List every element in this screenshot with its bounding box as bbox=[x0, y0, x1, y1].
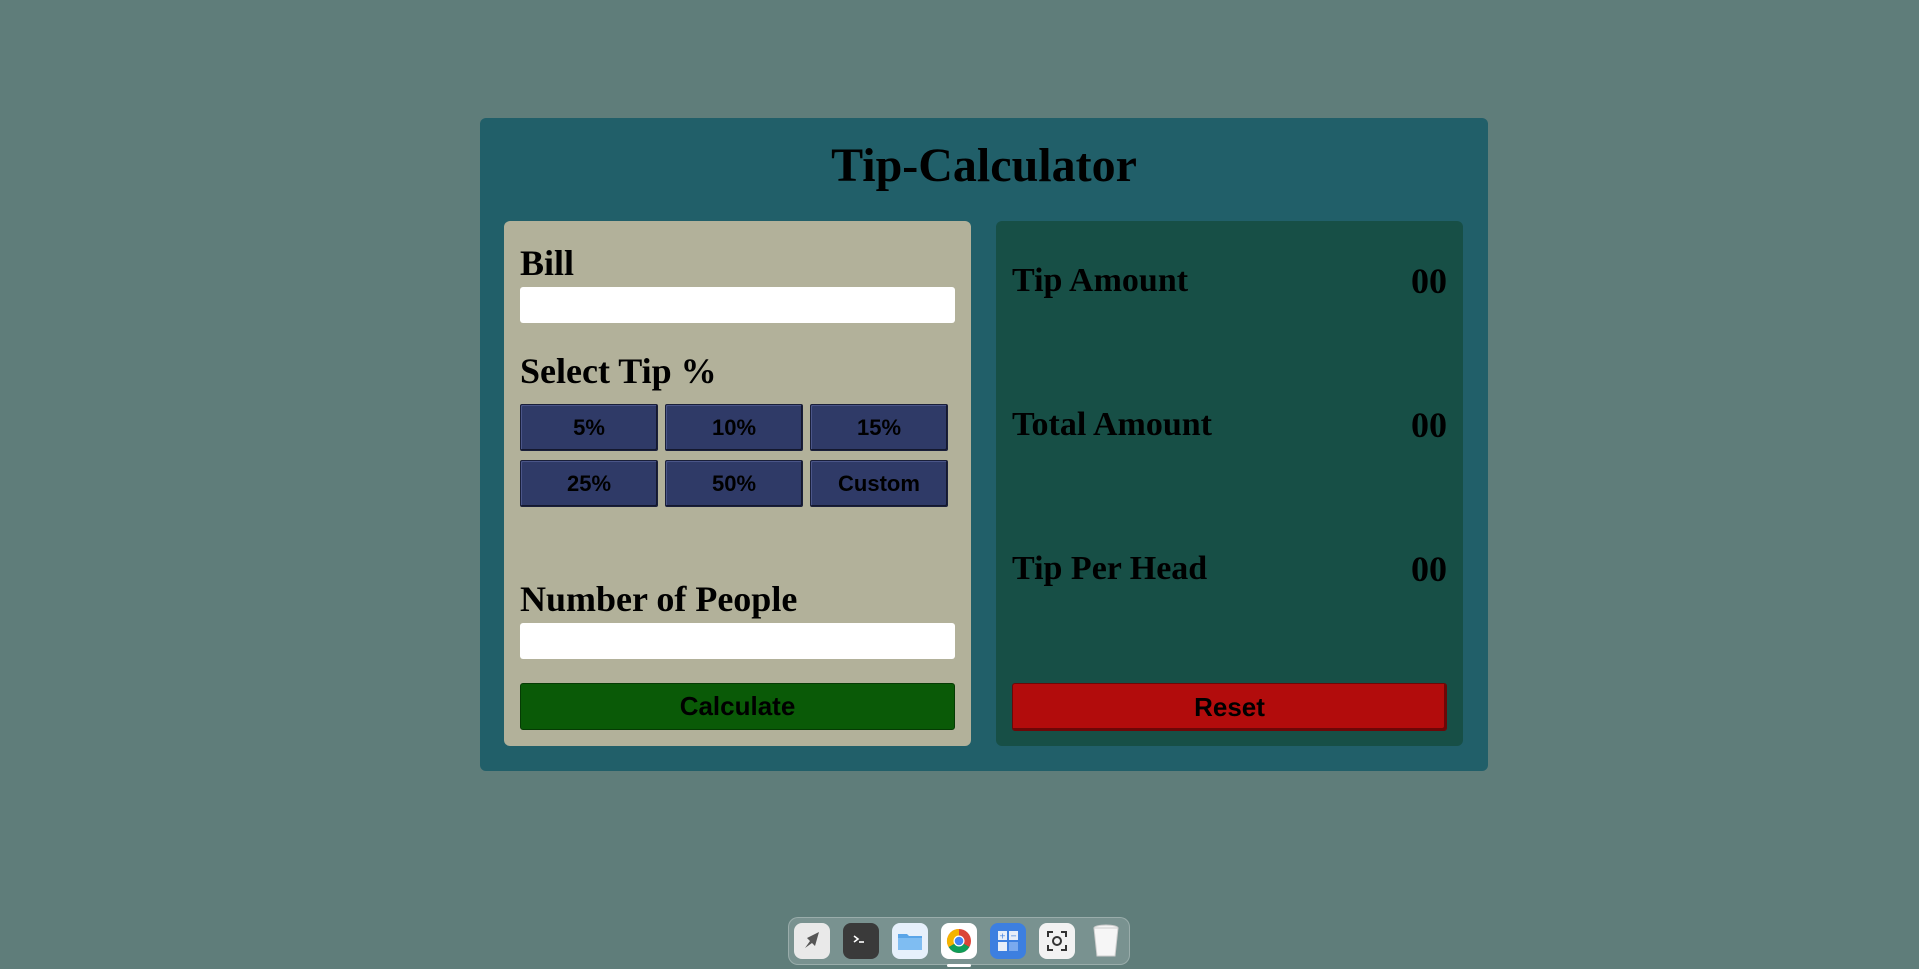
terminal-icon[interactable] bbox=[843, 923, 879, 959]
tip-15-button[interactable]: 15% bbox=[810, 404, 948, 451]
app-title: Tip-Calculator bbox=[831, 139, 1137, 192]
tip-amount-label: Tip Amount bbox=[1012, 262, 1189, 299]
tip-25-button[interactable]: 25% bbox=[520, 460, 658, 507]
reset-button[interactable]: Reset bbox=[1012, 683, 1447, 731]
total-amount-value: 00 bbox=[1411, 405, 1447, 445]
results-panel: Tip Amount 00 Total Amount 00 Tip Per He… bbox=[996, 221, 1463, 746]
tip-options-grid: 5% 10% 15% 25% 50% Custom bbox=[520, 404, 948, 507]
tip-10-button[interactable]: 10% bbox=[665, 404, 803, 451]
svg-text:+: + bbox=[999, 932, 1006, 941]
tip-50-button[interactable]: 50% bbox=[665, 460, 803, 507]
svg-text:−: − bbox=[1010, 932, 1017, 941]
tip-per-head-value: 00 bbox=[1411, 549, 1447, 589]
chrome-icon[interactable] bbox=[941, 923, 977, 967]
bill-input[interactable] bbox=[520, 287, 955, 323]
calculate-button[interactable]: Calculate bbox=[520, 683, 955, 730]
rocket-launcher-icon[interactable] bbox=[794, 923, 830, 959]
folder-icon[interactable] bbox=[892, 923, 928, 959]
total-amount-row: Total Amount 00 bbox=[1012, 405, 1447, 446]
calculator-icon[interactable]: + − bbox=[990, 923, 1026, 959]
bill-label: Bill bbox=[520, 243, 575, 283]
people-input[interactable] bbox=[520, 623, 955, 659]
tip-custom-button[interactable]: Custom bbox=[810, 460, 948, 507]
number-of-people-label: Number of People bbox=[520, 579, 798, 619]
select-tip-label: Select Tip % bbox=[520, 351, 717, 391]
tip-calculator-app: Tip-Calculator Bill Select Tip % 5% 10% … bbox=[480, 118, 1488, 771]
tip-per-head-label: Tip Per Head bbox=[1012, 550, 1208, 587]
tip-5-button[interactable]: 5% bbox=[520, 404, 658, 451]
dock: + − bbox=[788, 917, 1130, 967]
input-panel: Bill Select Tip % 5% 10% 15% 25% 50% Cus… bbox=[504, 221, 971, 746]
tip-amount-row: Tip Amount 00 bbox=[1012, 261, 1447, 302]
tip-amount-value: 00 bbox=[1411, 261, 1447, 301]
trash-icon[interactable] bbox=[1088, 923, 1124, 959]
total-amount-label: Total Amount bbox=[1012, 406, 1212, 443]
screenshot-icon[interactable] bbox=[1039, 923, 1075, 959]
tip-per-head-row: Tip Per Head 00 bbox=[1012, 549, 1447, 590]
